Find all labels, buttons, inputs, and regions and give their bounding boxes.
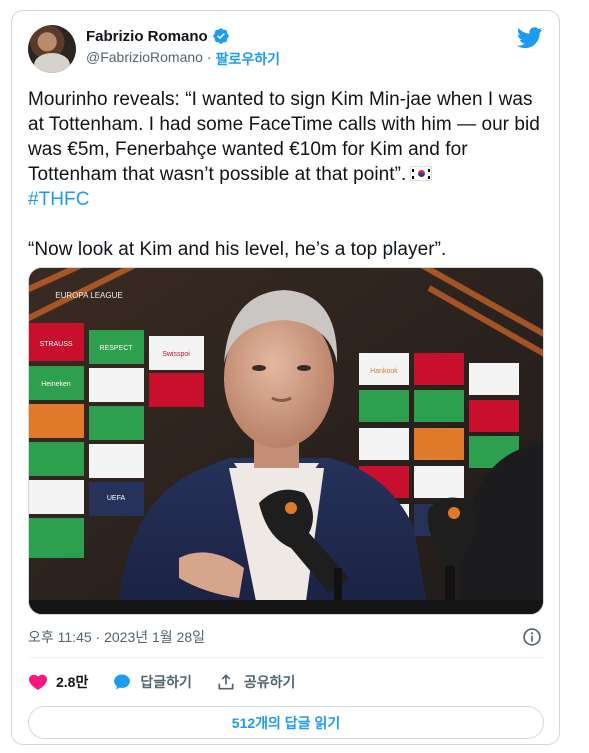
divider <box>28 657 544 658</box>
share-icon <box>218 674 234 690</box>
tweet-paragraph-2: “Now look at Kim and his level, he’s a t… <box>28 237 548 262</box>
tweet-quote-text-2: “Now look at Kim and his level, he’s a t… <box>28 239 447 260</box>
follow-link[interactable]: 팔로우하기 <box>216 49 280 69</box>
reply-bubble-icon <box>114 674 131 690</box>
sponsor-label: UEFA <box>107 495 126 502</box>
like-count: 2.8만 <box>56 674 89 690</box>
info-icon[interactable] <box>522 627 542 647</box>
tweet-paragraph-1: Mourinho reveals: “I wanted to sign Kim … <box>28 87 548 187</box>
action-bar: 2.8만 답글하기 공유하기 <box>28 665 295 699</box>
share-button[interactable]: 공유하기 <box>216 672 296 692</box>
tweet-photo[interactable]: STRAUSS RESPECT Swisspoi Heineken UEFA E… <box>28 267 544 615</box>
sponsor-label: Heineken <box>41 381 71 388</box>
reply-label: 답글하기 <box>140 674 192 690</box>
tweet-card: Fabrizio Romano @FabrizioRomano · 팔로우하기 … <box>11 10 560 745</box>
author-name-row: Fabrizio Romano <box>86 27 230 45</box>
hashtag-link[interactable]: #THFC <box>28 189 89 210</box>
tweet-timestamp[interactable]: 오후 11:45 · 2023년 1월 28일 <box>28 629 205 645</box>
tweet-header: Fabrizio Romano @FabrizioRomano · 팔로우하기 <box>28 25 545 75</box>
sponsor-label: EUROPA LEAGUE <box>55 291 122 300</box>
author-handle-row: @FabrizioRomano · 팔로우하기 <box>86 49 280 69</box>
handle-separator: · <box>206 49 212 65</box>
verified-badge-icon <box>212 28 229 44</box>
tweet-body: Mourinho reveals: “I wanted to sign Kim … <box>28 87 548 262</box>
read-replies-button[interactable]: 512개의 답글 읽기 <box>28 706 544 739</box>
timestamp-row: 오후 11:45 · 2023년 1월 28일 <box>28 627 544 649</box>
korea-flag-icon <box>410 166 433 181</box>
heart-icon <box>29 674 47 690</box>
tweet-quote-text: Mourinho reveals: “I wanted to sign Kim … <box>28 89 546 185</box>
reply-button[interactable]: 답글하기 <box>112 672 192 692</box>
share-label: 공유하기 <box>243 674 296 690</box>
sponsor-label: STRAUSS <box>39 341 72 348</box>
author-handle[interactable]: @FabrizioRomano <box>86 49 203 69</box>
press-conference-photo: STRAUSS RESPECT Swisspoi Heineken UEFA E… <box>29 268 543 614</box>
sponsor-label: Hankook <box>370 368 398 375</box>
twitter-bird-icon[interactable] <box>517 27 543 49</box>
sponsor-label: RESPECT <box>99 345 133 352</box>
avatar[interactable] <box>28 25 76 73</box>
sponsor-label: Swisspoi <box>162 351 190 358</box>
author-name[interactable]: Fabrizio Romano <box>86 28 208 45</box>
like-button[interactable]: 2.8만 <box>28 672 88 692</box>
